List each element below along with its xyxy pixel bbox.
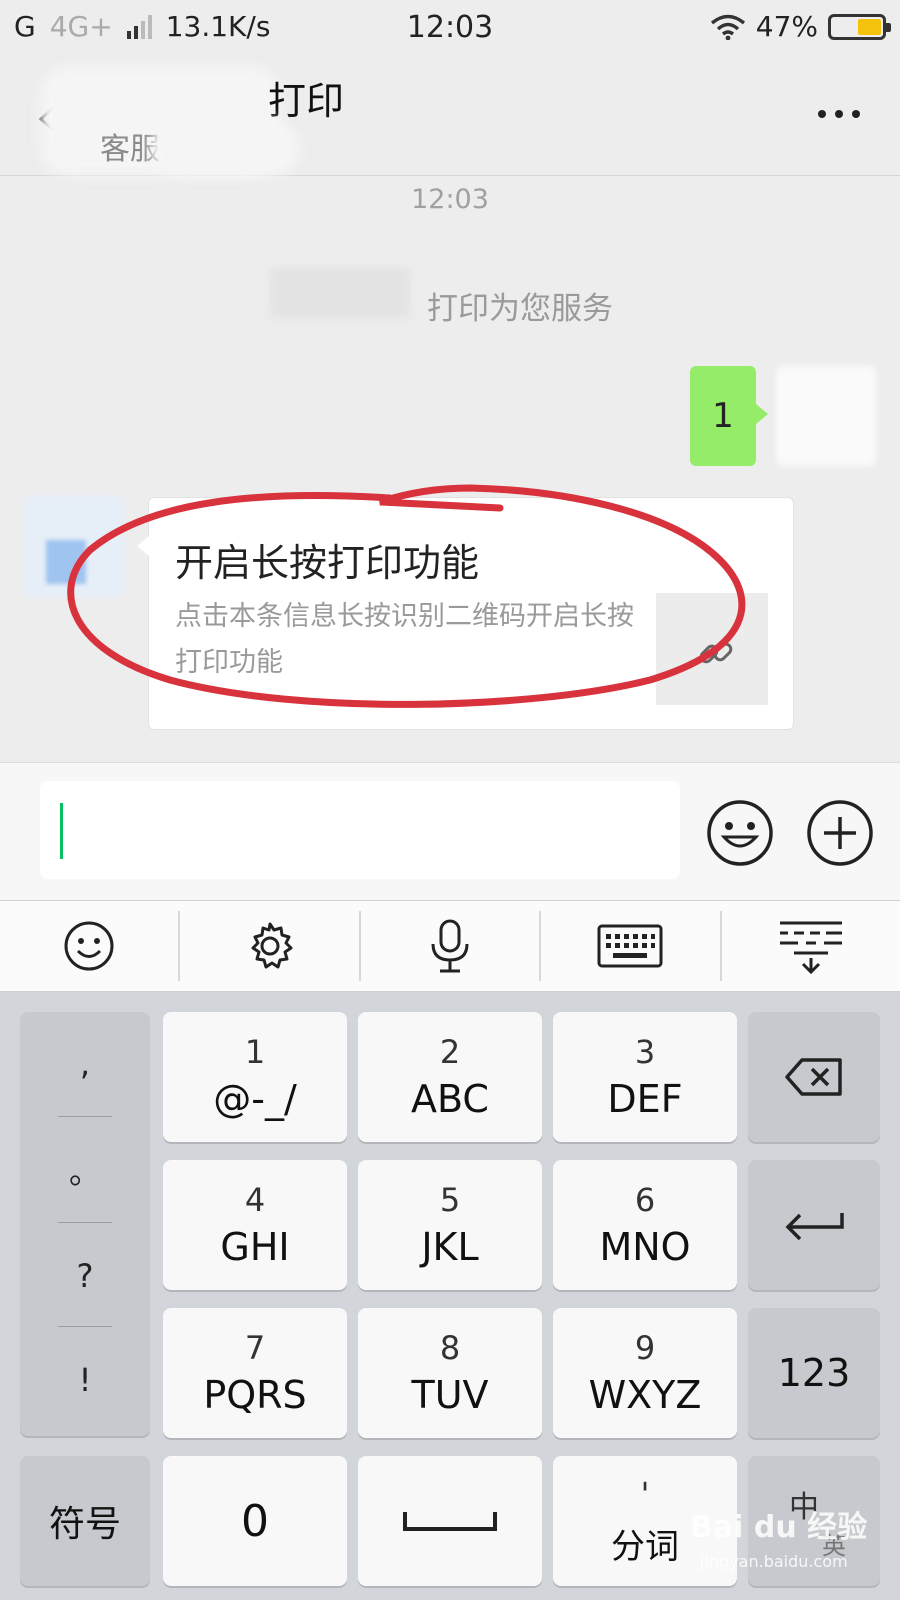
- key-num: 3: [634, 1033, 656, 1071]
- chat-header: 打印 客服会: [0, 60, 900, 176]
- key-6[interactable]: 6 MNO: [553, 1160, 737, 1290]
- key-num: 8: [439, 1329, 461, 1367]
- status-right: 47%: [710, 10, 891, 43]
- plus-circle-icon[interactable]: [806, 799, 874, 867]
- link-card-message[interactable]: 开启长按打印功能 点击本条信息长按识别二维码开启长按打印功能: [137, 497, 794, 730]
- key-0-label: 0: [241, 1495, 269, 1547]
- key-letters: TUV: [411, 1373, 489, 1417]
- space-icon: [403, 1512, 497, 1531]
- key-num: 6: [634, 1181, 656, 1219]
- key-5[interactable]: 5 JKL: [358, 1160, 542, 1290]
- battery-label: 47%: [755, 10, 818, 43]
- key-letters: DEF: [607, 1077, 683, 1121]
- key-4[interactable]: 4 GHI: [163, 1160, 347, 1290]
- key-letters: PQRS: [203, 1373, 307, 1417]
- microphone-icon: [431, 919, 469, 973]
- battery-fill: [858, 18, 881, 35]
- key-letters: JKL: [421, 1225, 479, 1269]
- key-7[interactable]: 7 PQRS: [163, 1308, 347, 1438]
- ime-toolbar: [0, 900, 900, 992]
- card-tail: [137, 536, 149, 556]
- collapse-keyboard-icon: [779, 921, 842, 974]
- redacted-subtitle: [150, 120, 300, 176]
- symbols-key[interactable]: 符号: [20, 1456, 150, 1586]
- key-1[interactable]: 1 @-_/: [163, 1012, 347, 1142]
- punct-period[interactable]: 。: [20, 1118, 150, 1222]
- battery-icon: [828, 13, 891, 40]
- card-description: 点击本条信息长按识别二维码开启长按打印功能: [175, 601, 634, 678]
- enter-key[interactable]: [748, 1160, 880, 1290]
- wifi-icon: [710, 14, 745, 40]
- page-title: 打印: [268, 70, 344, 125]
- gear-icon: [251, 922, 293, 969]
- link-icon: [699, 642, 733, 664]
- message-input[interactable]: [40, 781, 680, 879]
- card-title: 开启长按打印功能: [175, 541, 480, 585]
- ime-keyboard-button[interactable]: [541, 911, 722, 981]
- my-avatar[interactable]: [776, 366, 876, 466]
- key-8[interactable]: 8 TUV: [358, 1308, 542, 1438]
- my-message-text: 1: [712, 396, 734, 436]
- ime-voice-button[interactable]: [361, 911, 542, 981]
- message-timestamp: 12:03: [411, 184, 489, 215]
- key-9[interactable]: 9 WXYZ: [553, 1308, 737, 1438]
- service-avatar[interactable]: [24, 496, 124, 596]
- baidu-watermark: Bai du 经验: [690, 1510, 868, 1545]
- key-letters: GHI: [220, 1225, 290, 1269]
- key-num: 9: [634, 1329, 656, 1367]
- ime-collapse-button[interactable]: [722, 911, 900, 981]
- key-letters: ABC: [411, 1077, 489, 1121]
- key-num: 1: [244, 1033, 266, 1071]
- smile-icon[interactable]: [706, 799, 774, 867]
- punct-exclaim[interactable]: !: [20, 1328, 150, 1432]
- smile-icon: [64, 921, 114, 971]
- split-key-label: 分词: [611, 1526, 679, 1567]
- key-num: 5: [439, 1181, 461, 1219]
- punct-question[interactable]: ?: [20, 1224, 150, 1328]
- punctuation-column[interactable]: , 。 ? !: [20, 1012, 150, 1436]
- key-num: 2: [439, 1033, 461, 1071]
- keyboard-icon: [597, 924, 663, 968]
- key-0[interactable]: 0: [163, 1456, 347, 1586]
- key-letters: WXYZ: [588, 1373, 702, 1417]
- backspace-icon: [785, 1058, 842, 1096]
- input-bar: [0, 762, 900, 900]
- enter-icon: [785, 1213, 844, 1241]
- numbers-key[interactable]: 123: [748, 1308, 880, 1438]
- backspace-key[interactable]: [748, 1012, 880, 1142]
- more-horizontal-icon[interactable]: [818, 110, 860, 118]
- text-cursor: [60, 803, 63, 859]
- space-key[interactable]: [358, 1456, 542, 1586]
- numbers-key-label: 123: [777, 1351, 851, 1395]
- key-letters: MNO: [599, 1225, 691, 1269]
- ime-settings-button[interactable]: [180, 911, 361, 981]
- system-message: 打印为您服务: [0, 283, 900, 328]
- page-title-text: 打印: [268, 79, 345, 123]
- system-message-text: 打印为您服务: [427, 291, 613, 327]
- punct-comma[interactable]: ,: [20, 1012, 150, 1116]
- key-num: 7: [244, 1329, 266, 1367]
- key-3[interactable]: 3 DEF: [553, 1012, 737, 1142]
- split-key-top: ': [640, 1474, 650, 1513]
- baidu-watermark-url: jingyan.baidu.com: [700, 1552, 848, 1571]
- status-bar: G 4G+ 13.1K/s 12:03 47%: [0, 0, 900, 60]
- card-thumbnail: [656, 593, 768, 705]
- symbols-key-label: 符号: [48, 1504, 121, 1545]
- my-message-bubble[interactable]: 1: [690, 366, 768, 466]
- key-num: 4: [244, 1181, 266, 1219]
- key-2[interactable]: 2 ABC: [358, 1012, 542, 1142]
- key-letters: @-_/: [213, 1077, 297, 1121]
- ime-emoji-button[interactable]: [0, 911, 181, 981]
